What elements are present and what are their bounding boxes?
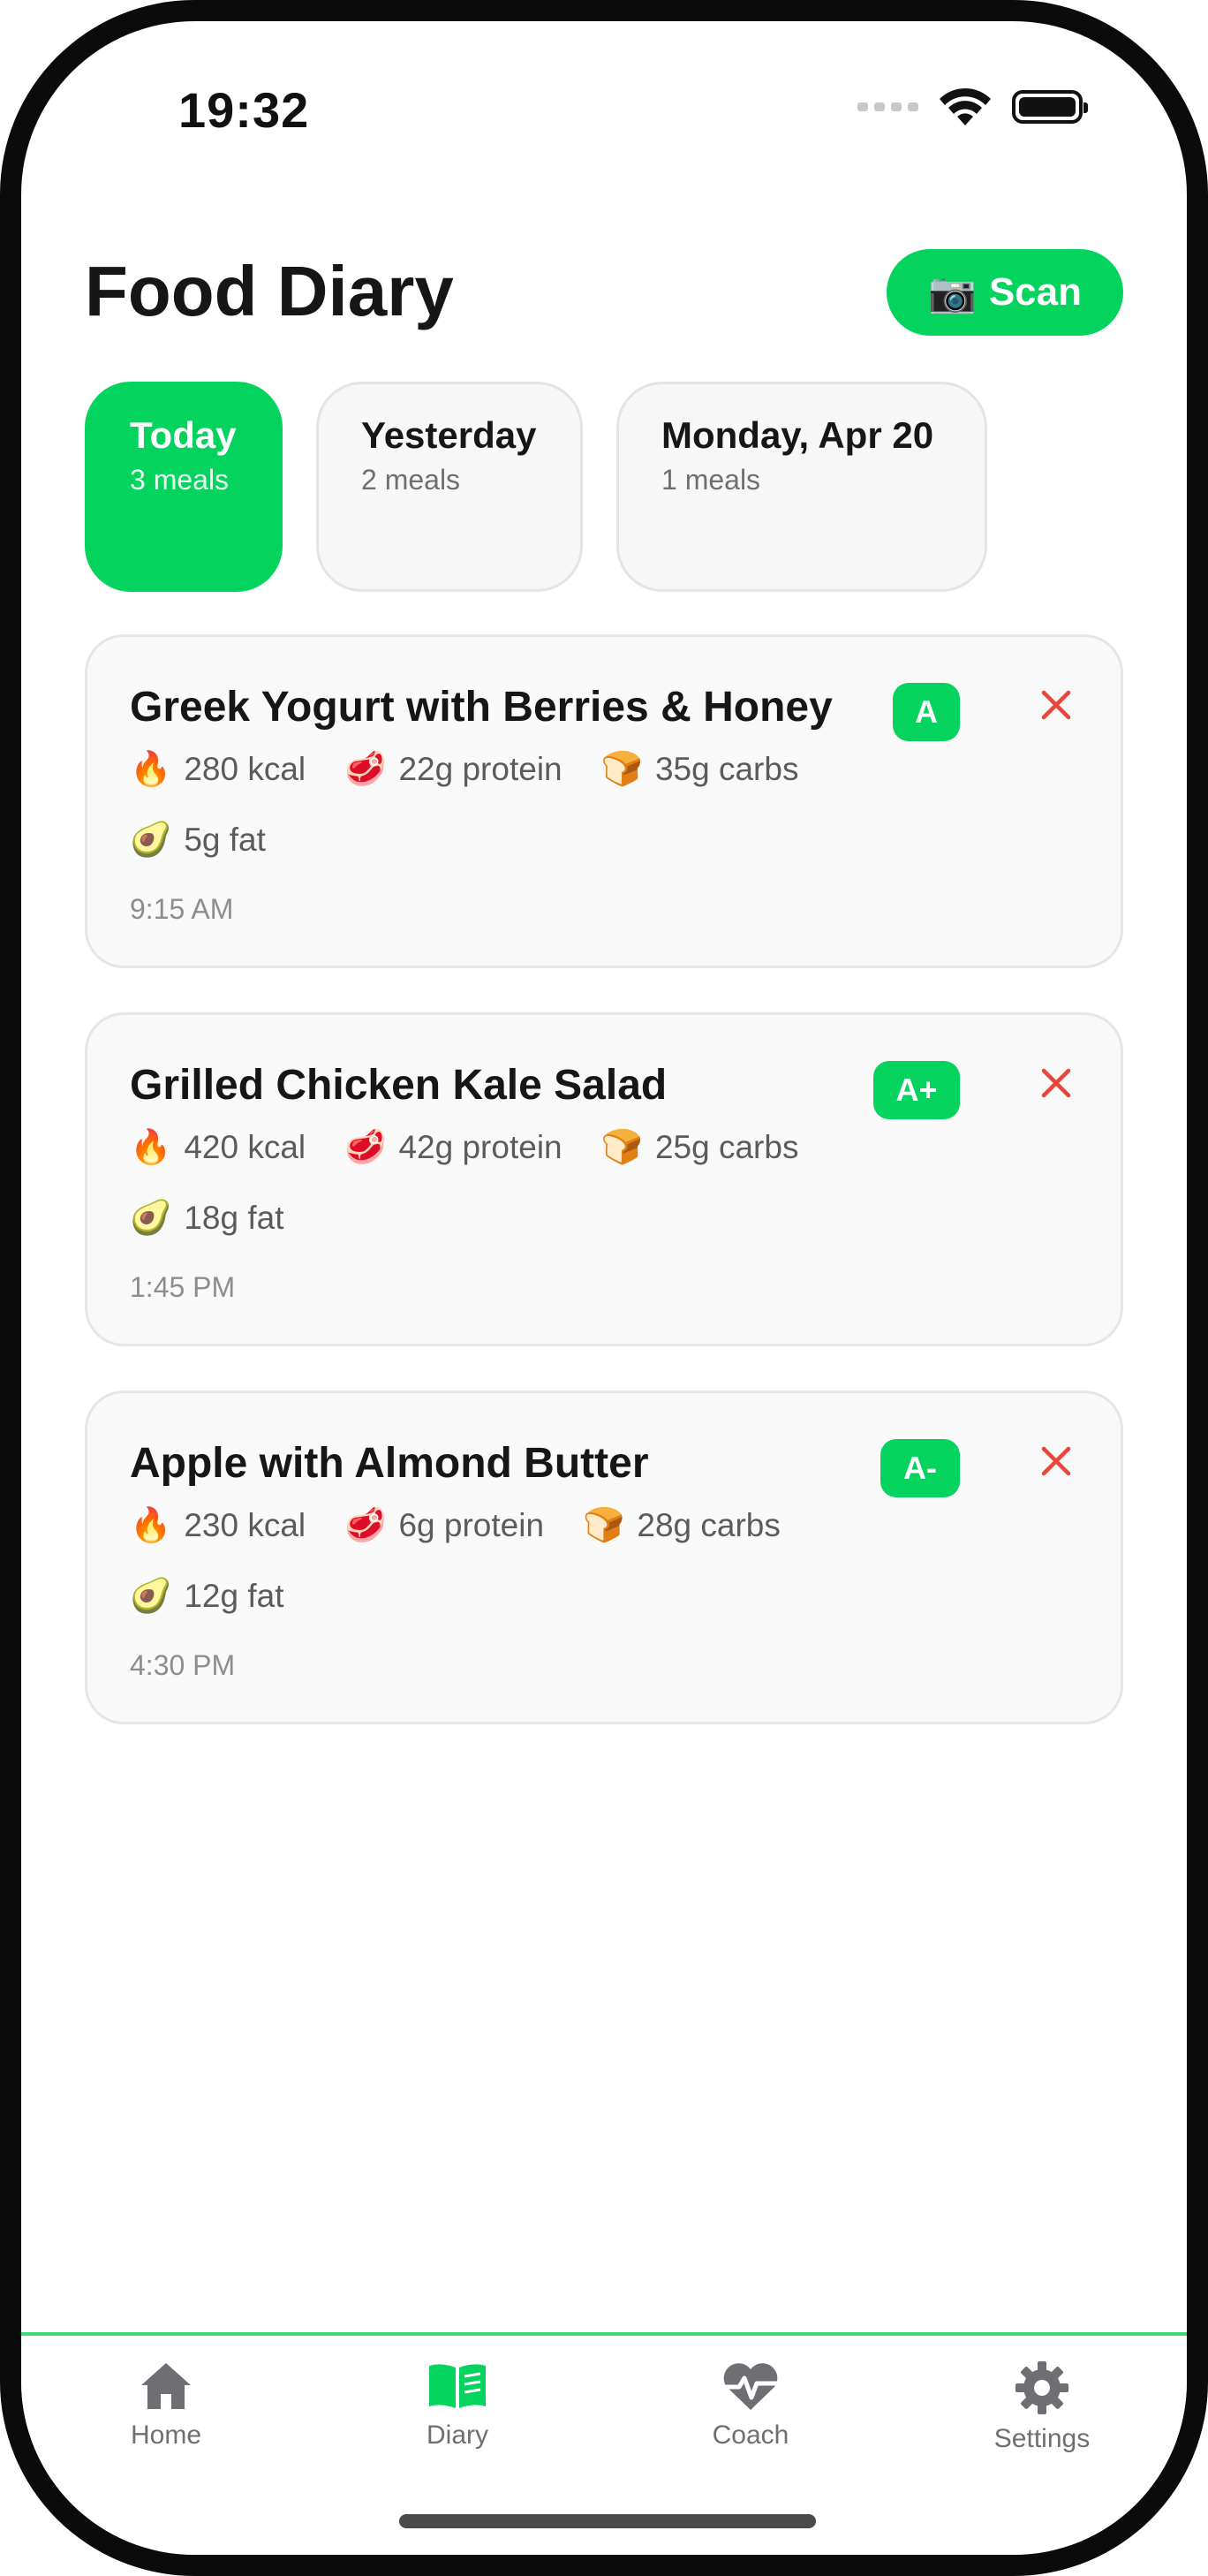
calories-stat: 🔥 420 kcal: [130, 1128, 306, 1167]
carbs-stat: 🍞 25g carbs: [601, 1128, 799, 1167]
page-title: Food Diary: [85, 252, 454, 330]
day-tab-label: Today: [130, 414, 237, 456]
protein-value: 42g protein: [398, 1129, 562, 1165]
meal-name: Greek Yogurt with Berries & Honey: [130, 684, 833, 731]
device-frame: 19:32 Food Diary 📷 Scan Today 3 meals Ye…: [0, 0, 1208, 2576]
grade-badge: A+: [873, 1061, 960, 1119]
carbs-value: 25g carbs: [654, 1129, 799, 1165]
fat-value: 5g fat: [184, 822, 266, 858]
cellular-signal-icon: [857, 102, 918, 111]
close-icon: [1041, 690, 1071, 720]
day-tab-meal-count: 3 meals: [130, 464, 230, 496]
gear-icon: [1015, 2361, 1068, 2414]
carbs-stat: 🍞 28g carbs: [583, 1506, 781, 1545]
meal-time: 4:30 PM: [130, 1649, 236, 1681]
meal-name: Grilled Chicken Kale Salad: [130, 1062, 668, 1109]
day-tab-today[interactable]: Today 3 meals: [85, 382, 283, 592]
calories-stat: 🔥 230 kcal: [130, 1506, 306, 1545]
day-tab-label: Monday, Apr 20: [661, 414, 934, 456]
carbs-value: 35g carbs: [654, 751, 799, 787]
avocado-icon: 🥑: [130, 1578, 172, 1615]
battery-icon: [1012, 90, 1088, 124]
day-tab-meal-count: 2 meals: [361, 464, 461, 496]
day-tab-meal-count: 1 meals: [661, 464, 761, 496]
calories-value: 230 kcal: [184, 1507, 306, 1543]
macros-row-fat: 🥑 18g fat: [130, 1199, 322, 1238]
meal-name: Apple with Almond Butter: [130, 1440, 649, 1487]
fire-icon: 🔥: [130, 1507, 172, 1544]
avocado-icon: 🥑: [130, 822, 172, 859]
grade-badge: A-: [880, 1439, 960, 1497]
calories-value: 280 kcal: [184, 751, 306, 787]
bread-icon: 🍞: [600, 751, 643, 788]
steak-icon: 🥩: [344, 1507, 387, 1544]
protein-stat: 🥩 22g protein: [344, 750, 562, 789]
tab-home[interactable]: Home: [69, 2360, 263, 2451]
scan-button-label: Scan: [988, 270, 1082, 314]
protein-stat: 🥩 42g protein: [344, 1128, 562, 1167]
steak-icon: 🥩: [344, 1129, 387, 1166]
house-icon: [141, 2363, 191, 2409]
fire-icon: 🔥: [130, 751, 172, 788]
meal-card[interactable]: Greek Yogurt with Berries & Honey A 🔥 280…: [85, 634, 1123, 968]
protein-stat: 🥩 6g protein: [344, 1506, 544, 1545]
fire-icon: 🔥: [130, 1129, 172, 1166]
meal-time: 9:15 AM: [130, 893, 234, 925]
macros-row: 🔥 420 kcal 🥩 42g protein 🍞 25g carbs: [130, 1128, 837, 1167]
tab-coach[interactable]: Coach: [653, 2360, 848, 2451]
delete-meal-button[interactable]: [1027, 1432, 1085, 1490]
status-icons: [857, 87, 1088, 127]
fat-value: 12g fat: [184, 1578, 284, 1614]
grade-badge: A: [893, 683, 960, 741]
delete-meal-button[interactable]: [1027, 1054, 1085, 1112]
carbs-stat: 🍞 35g carbs: [601, 750, 799, 789]
day-tab-yesterday[interactable]: Yesterday 2 meals: [316, 382, 583, 592]
bread-icon: 🍞: [600, 1129, 643, 1166]
meal-card[interactable]: Apple with Almond Butter A- 🔥 230 kcal 🥩 6…: [85, 1390, 1123, 1724]
steak-icon: 🥩: [344, 751, 387, 788]
wifi-icon: [940, 87, 991, 125]
fat-stat: 🥑 5g fat: [130, 821, 266, 860]
home-indicator[interactable]: [399, 2514, 816, 2528]
tab-settings[interactable]: Settings: [945, 2360, 1139, 2454]
heart-pulse-icon: [721, 2363, 780, 2410]
meal-card[interactable]: Grilled Chicken Kale Salad A+ 🔥 420 kcal …: [85, 1012, 1123, 1346]
tab-label: Diary: [426, 2421, 488, 2450]
calories-value: 420 kcal: [184, 1129, 306, 1165]
carbs-value: 28g carbs: [637, 1507, 781, 1543]
app-screen: 19:32 Food Diary 📷 Scan Today 3 meals Ye…: [21, 21, 1187, 2555]
tab-label: Home: [130, 2421, 202, 2450]
tab-label: Coach: [712, 2421, 789, 2450]
fat-stat: 🥑 12g fat: [130, 1577, 283, 1616]
avocado-icon: 🥑: [130, 1200, 172, 1237]
tab-diary[interactable]: Diary: [360, 2360, 555, 2451]
bread-icon: 🍞: [583, 1507, 625, 1544]
calories-stat: 🔥 280 kcal: [130, 750, 306, 789]
status-time: 19:32: [178, 82, 310, 138]
day-tab-label: Yesterday: [361, 414, 537, 456]
macros-row-fat: 🥑 12g fat: [130, 1577, 322, 1616]
delete-meal-button[interactable]: [1027, 676, 1085, 734]
macros-row: 🔥 280 kcal 🥩 22g protein 🍞 35g carbs: [130, 750, 837, 789]
meal-time: 1:45 PM: [130, 1271, 236, 1303]
close-icon: [1041, 1446, 1071, 1476]
protein-value: 22g protein: [398, 751, 562, 787]
macros-row: 🔥 230 kcal 🥩 6g protein 🍞 28g carbs: [130, 1506, 819, 1545]
macros-row-fat: 🥑 5g fat: [130, 821, 305, 860]
camera-icon: 📷: [928, 271, 977, 314]
close-icon: [1041, 1068, 1071, 1098]
fat-value: 18g fat: [184, 1200, 284, 1236]
book-icon: [429, 2364, 486, 2408]
fat-stat: 🥑 18g fat: [130, 1199, 283, 1238]
day-tab-monday-apr-20[interactable]: Monday, Apr 20 1 meals: [616, 382, 987, 592]
protein-value: 6g protein: [398, 1507, 545, 1543]
scan-button[interactable]: 📷 Scan: [887, 249, 1123, 336]
tab-label: Settings: [993, 2424, 1091, 2453]
